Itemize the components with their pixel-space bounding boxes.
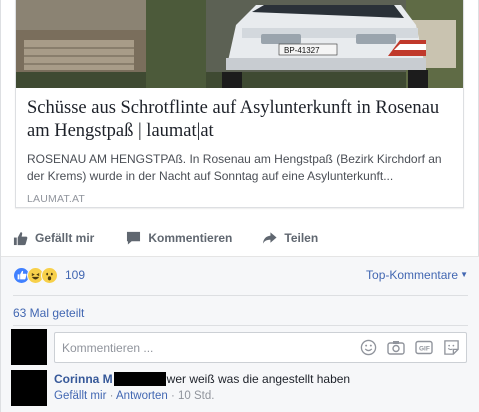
sticker-icon[interactable] [443,339,460,356]
share-count[interactable]: 63 Mal geteilt [13,306,84,320]
reaction-count[interactable]: 109 [65,268,85,282]
caret-down-icon: ▼ [460,270,468,279]
comment-button[interactable]: Kommentieren [126,231,232,245]
speech-bubble-icon [127,231,141,245]
comment-like-link[interactable]: Gefällt mir [54,390,106,402]
comment-text: wer weiß was die angestellt haben [166,372,351,386]
commenter-avatar[interactable] [11,370,47,406]
svg-text:GIF: GIF [419,346,430,353]
preview-title[interactable]: Schüsse aus Schrotflinte auf Asylunterku… [27,97,457,143]
gif-icon[interactable]: GIF [415,339,433,356]
camera-icon[interactable] [387,339,405,356]
current-user-avatar[interactable] [11,329,47,365]
post-actions: Gefällt mir Kommentieren Teilen [13,222,468,254]
divider [13,325,468,326]
share-button-label: Teilen [284,231,319,245]
reactions-summary: 109 Top-Kommentare ▼ [13,265,468,285]
preview-domain: LAUMAT.AT [27,193,86,205]
preview-description: ROSENAU AM HENGSTPAß. In Rosenau am Heng… [27,152,442,183]
like-button[interactable]: Gefällt mir [13,231,94,246]
redaction-bar [113,372,166,386]
feedback-section: 109 Top-Kommentare ▼ 63 Mal geteilt Komme… [1,256,479,412]
comment-button-label: Kommentieren [148,231,233,245]
comment-reply-link[interactable]: Antworten [116,390,168,402]
share-arrow-icon [263,232,277,244]
preview-image[interactable]: BP-41327 [16,0,463,88]
police-car-photo: BP-41327 [16,0,463,88]
reaction-icons[interactable] [13,266,58,284]
emoji-icon[interactable] [360,339,377,356]
comment-placeholder: Kommentieren ... [62,341,154,355]
comment: Corinna M wer weiß was die angestellt ha… [54,371,464,402]
separator: · [170,390,179,402]
commenter-name[interactable]: Corinna M [54,371,113,387]
comment-input[interactable]: Kommentieren ... GIF [54,332,467,363]
like-button-label: Gefällt mir [35,231,95,245]
link-preview[interactable]: BP-41327 Schüsse aus Schrotflinte auf As… [15,0,464,208]
top-comments-label: Top-Kommentare [366,268,459,282]
comment-meta: Gefällt mir · Antworten · 10 Std. [54,390,464,402]
share-button[interactable]: Teilen [262,231,318,245]
wow-icon [41,266,58,284]
comment-timestamp[interactable]: 10 Std. [178,390,214,402]
top-comments-dropdown[interactable]: Top-Kommentare ▼ [366,268,468,282]
thumbs-up-icon [13,231,28,245]
license-plate-text: BP-41327 [284,46,320,55]
facebook-post: BP-41327 Schüsse aus Schrotflinte auf As… [0,0,479,412]
divider [13,295,468,296]
